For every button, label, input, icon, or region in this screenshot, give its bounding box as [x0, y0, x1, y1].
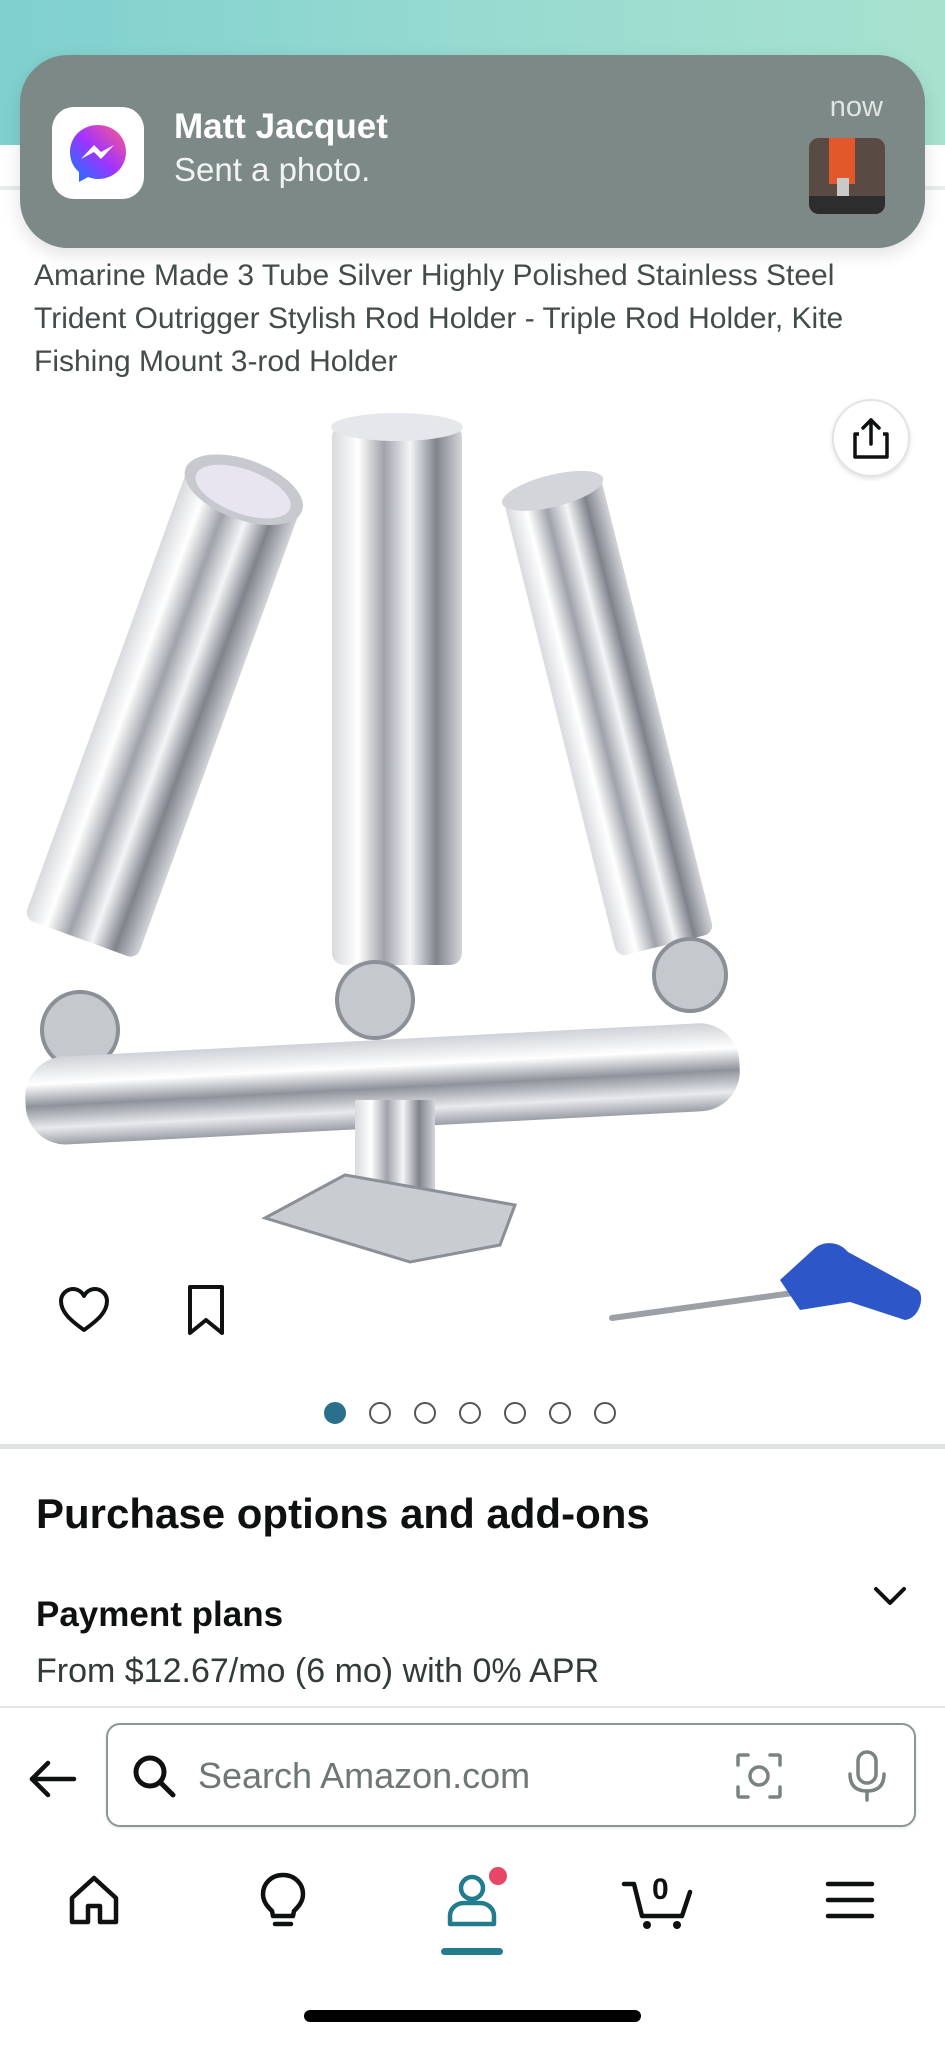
nav-menu[interactable] — [820, 1870, 880, 1930]
image-carousel-dots[interactable] — [324, 1402, 616, 1424]
bookmark-icon — [188, 1285, 224, 1335]
notification-time: now — [829, 91, 883, 123]
heart-icon — [59, 1287, 109, 1332]
search-input[interactable]: Search Amazon.com — [106, 1723, 916, 1827]
photo-thumbnail — [809, 138, 885, 214]
search-placeholder: Search Amazon.com — [198, 1755, 531, 1796]
purchase-options-heading: Purchase options and add-ons — [36, 1490, 650, 1537]
share-button[interactable] — [832, 399, 910, 477]
notification-message: Sent a photo. — [174, 151, 371, 188]
carousel-dot[interactable] — [504, 1402, 526, 1424]
carousel-dot[interactable] — [594, 1402, 616, 1424]
save-bookmark-button[interactable] — [178, 1282, 234, 1338]
home-icon — [69, 1875, 119, 1925]
microphone-icon[interactable] — [844, 1749, 890, 1803]
product-image[interactable] — [0, 400, 945, 1340]
payment-plans-label[interactable]: Payment plans — [36, 1595, 283, 1635]
menu-icon — [825, 1881, 875, 1919]
wishlist-heart-button[interactable] — [56, 1282, 112, 1338]
notification-badge — [489, 1867, 507, 1885]
carousel-dot[interactable] — [549, 1402, 571, 1424]
product-title[interactable]: Amarine Made 3 Tube Silver Highly Polish… — [34, 254, 914, 383]
lightbulb-icon — [260, 1872, 306, 1927]
messenger-icon — [52, 107, 144, 199]
payment-plans-detail: From $12.67/mo (6 mo) with 0% APR — [36, 1652, 600, 1690]
back-arrow-icon — [29, 1760, 77, 1798]
camera-lens-icon[interactable] — [734, 1751, 784, 1801]
search-icon — [133, 1755, 176, 1798]
nav-home[interactable] — [64, 1870, 124, 1930]
payment-plans-expand[interactable] — [870, 1576, 910, 1616]
messenger-notification[interactable]: Matt Jacquet Sent a photo. now — [20, 55, 925, 248]
notification-sender: Matt Jacquet — [174, 107, 388, 146]
chevron-down-icon — [874, 1587, 906, 1605]
carousel-dot[interactable] — [414, 1402, 436, 1424]
section-divider — [0, 1444, 945, 1449]
carousel-dot[interactable] — [459, 1402, 481, 1424]
back-button[interactable] — [26, 1752, 80, 1806]
share-icon — [853, 418, 889, 459]
nav-inspire[interactable] — [253, 1870, 313, 1930]
active-tab-indicator — [441, 1948, 503, 1955]
carousel-dot[interactable] — [324, 1402, 346, 1424]
home-indicator — [304, 2010, 641, 2022]
cart-count: 0 — [652, 1873, 669, 1906]
carousel-dot[interactable] — [369, 1402, 391, 1424]
